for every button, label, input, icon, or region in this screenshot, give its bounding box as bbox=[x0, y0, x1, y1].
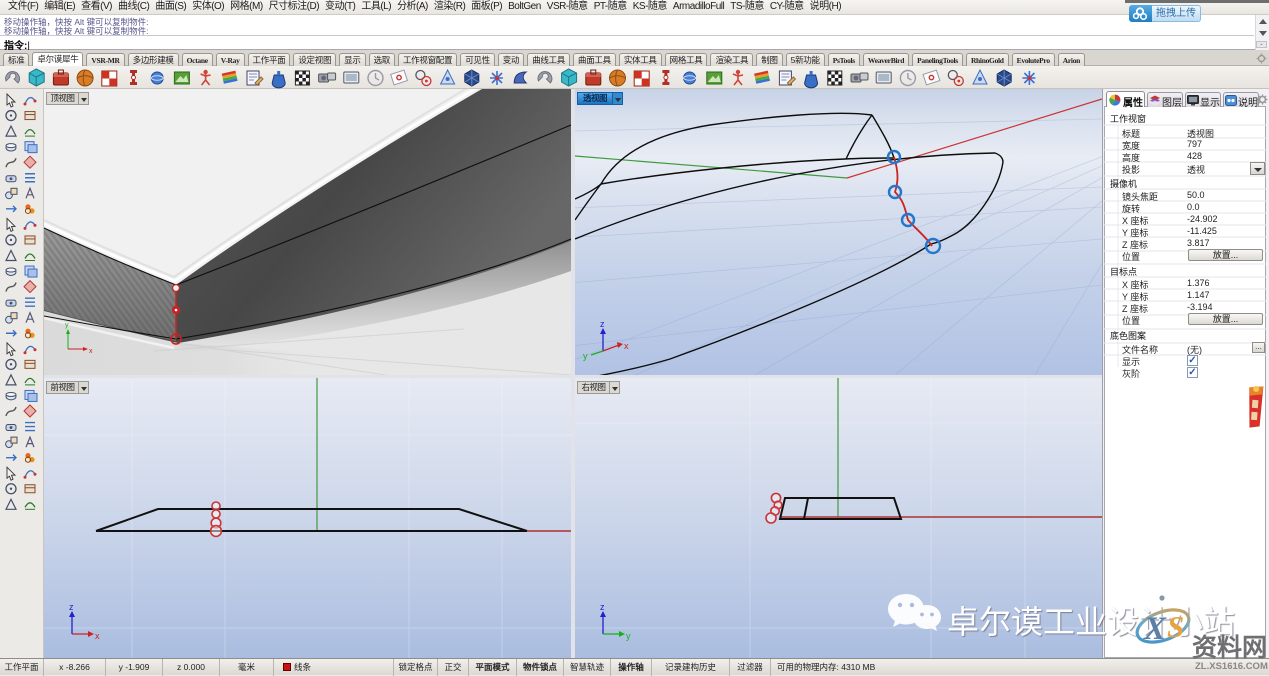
svg-text:S: S bbox=[1167, 609, 1184, 644]
svg-text:z: z bbox=[600, 319, 605, 329]
svg-text:x: x bbox=[95, 631, 100, 641]
svg-text:资料网: 资料网 bbox=[1192, 634, 1267, 662]
svg-text:z: z bbox=[69, 602, 74, 612]
svg-text:x: x bbox=[624, 341, 629, 351]
svg-text:y: y bbox=[583, 351, 588, 361]
svg-text:y: y bbox=[626, 631, 631, 641]
svg-text:y: y bbox=[65, 322, 69, 329]
svg-text:ZL.XS1616.COM: ZL.XS1616.COM bbox=[1195, 661, 1268, 672]
svg-text:X: X bbox=[1143, 611, 1167, 647]
svg-text:z: z bbox=[600, 602, 605, 612]
svg-text:x: x bbox=[89, 348, 93, 355]
